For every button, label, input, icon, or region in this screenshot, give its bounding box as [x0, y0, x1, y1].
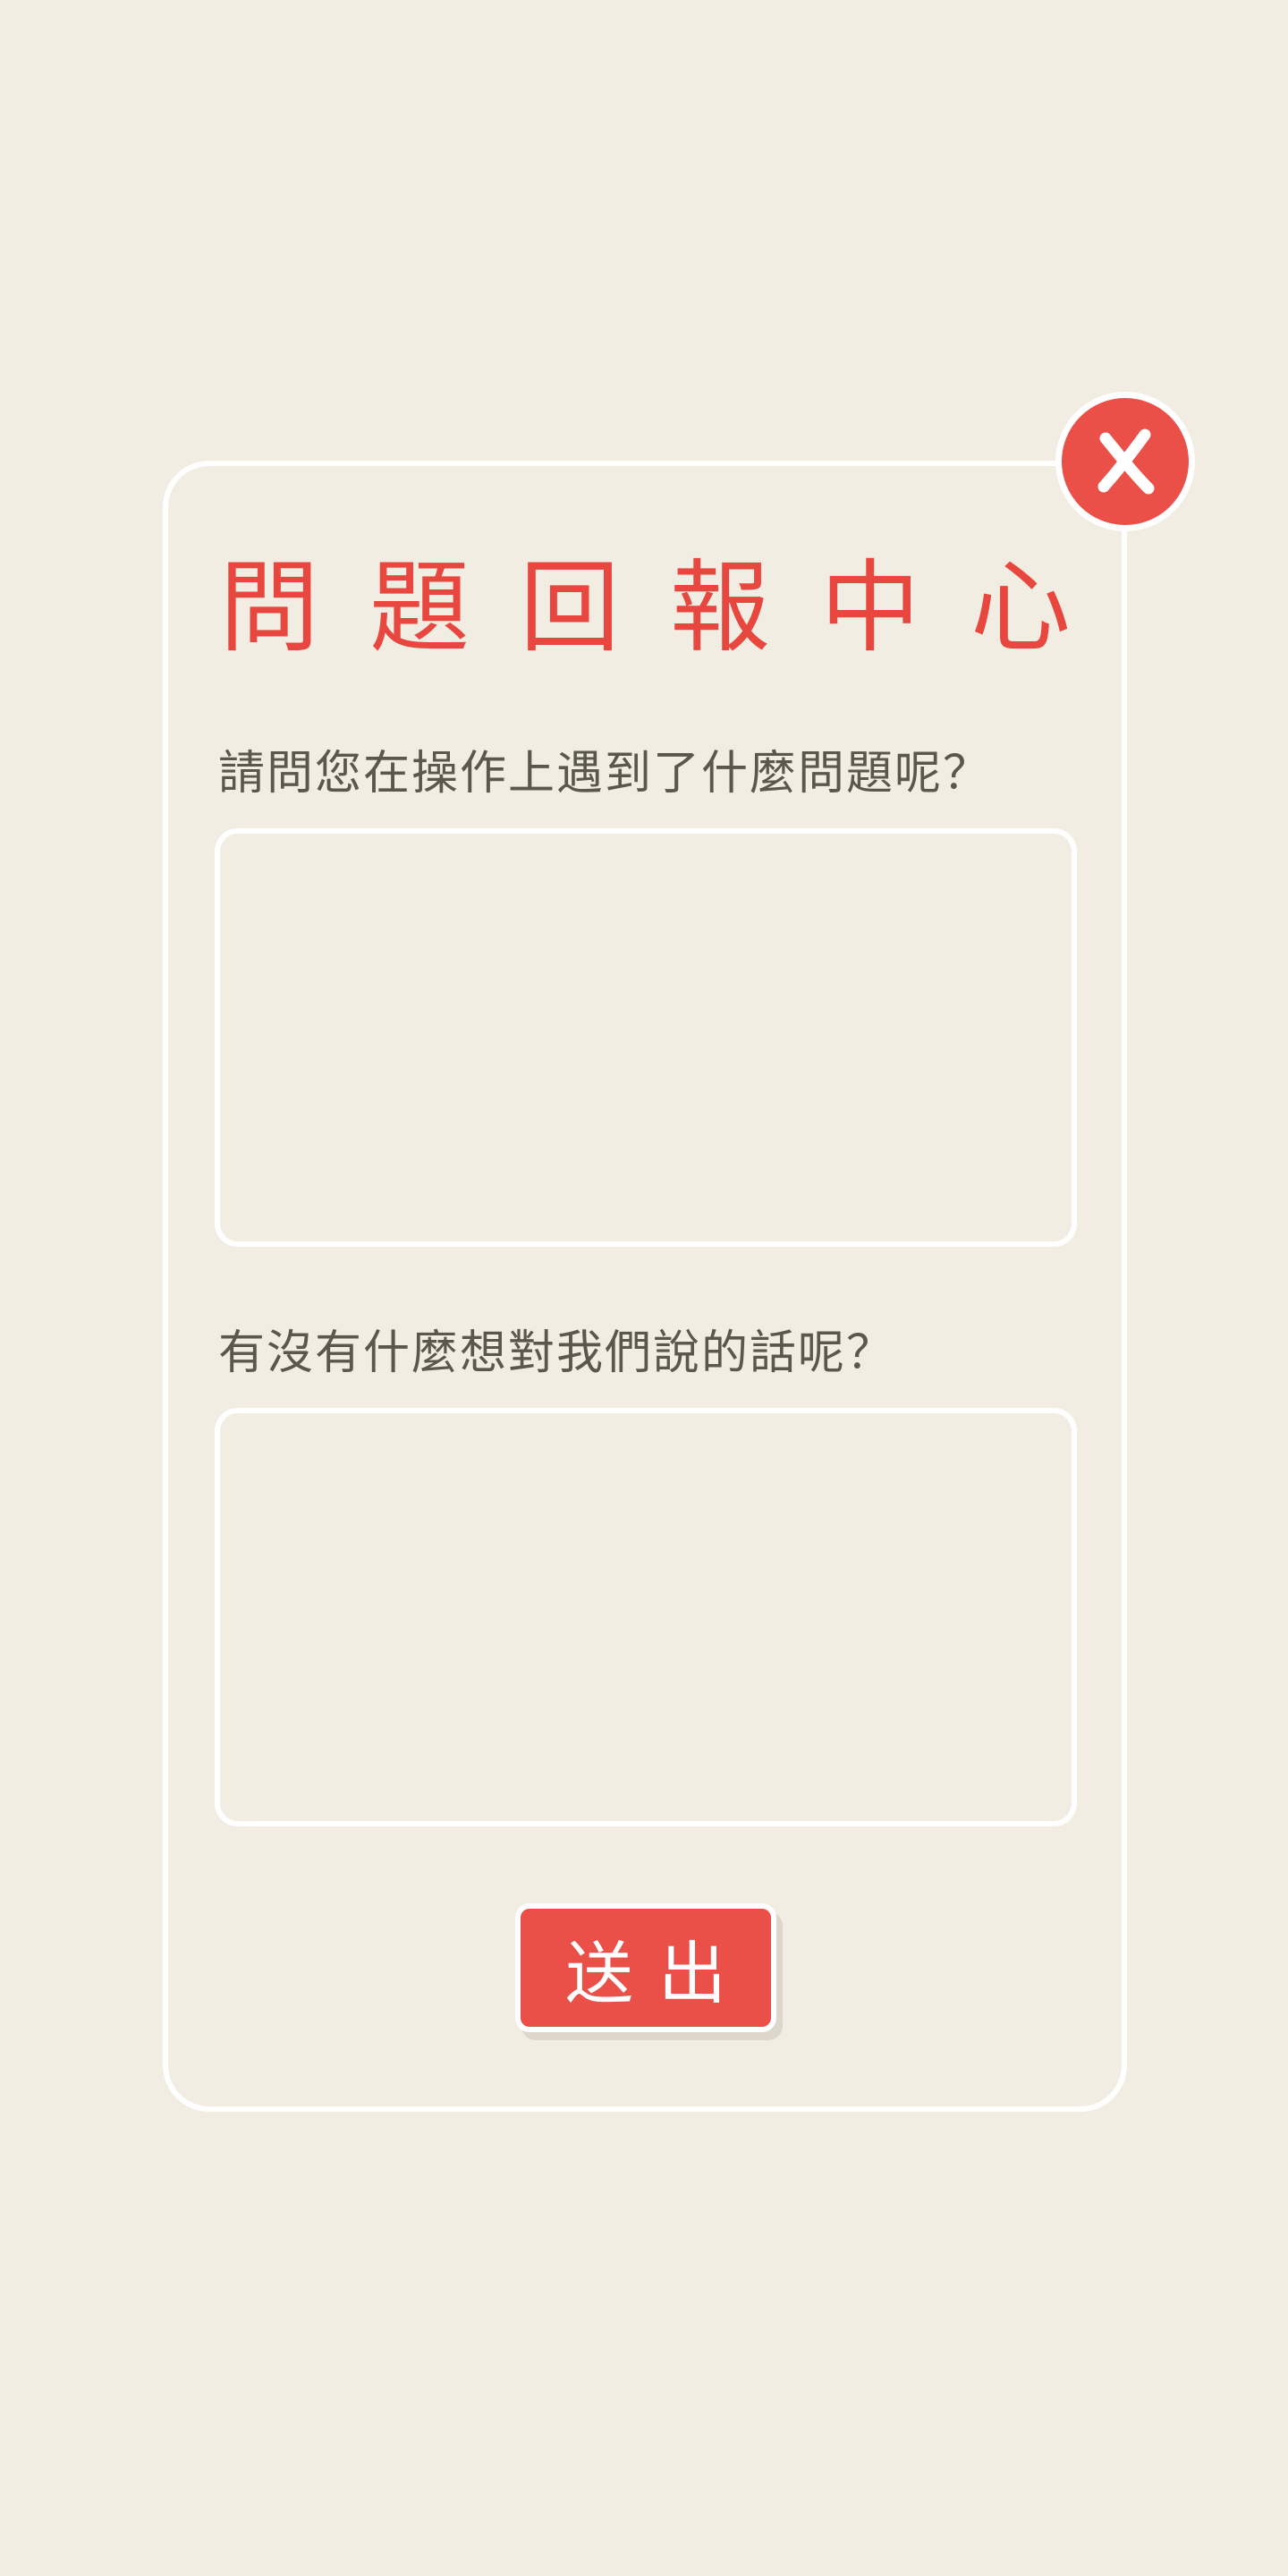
submit-button[interactable]: 送出 — [515, 1903, 776, 2032]
question-label-1: 請問您在操作上遇到了什麼問題呢？ — [218, 747, 992, 801]
message-textarea[interactable] — [215, 1408, 1077, 1826]
close-button[interactable] — [1055, 392, 1195, 531]
feedback-panel — [163, 461, 1127, 2112]
page-title: 問題回報中心 — [219, 550, 1121, 666]
close-icon — [1097, 428, 1155, 495]
problem-textarea[interactable] — [215, 828, 1077, 1247]
question-label-2: 有沒有什麼想對我們說的話呢？ — [218, 1326, 895, 1380]
